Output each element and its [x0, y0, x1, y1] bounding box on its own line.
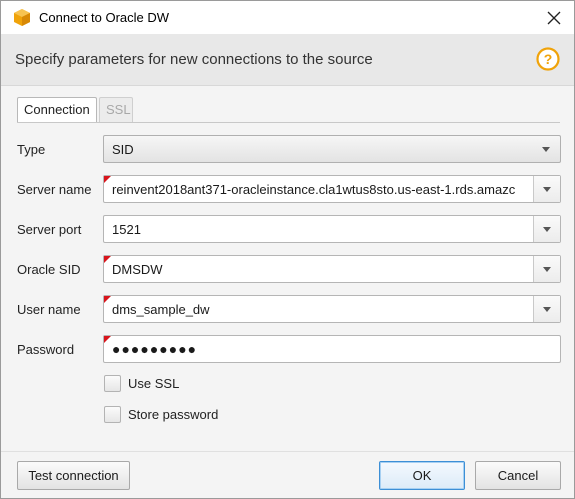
oracle-sid-combo[interactable]: DMSDW [103, 255, 561, 283]
tab-connection[interactable]: Connection [17, 97, 97, 123]
server-name-label: Server name [17, 182, 92, 197]
close-icon[interactable] [540, 4, 568, 31]
svg-text:?: ? [544, 51, 553, 67]
aws-cube-icon [13, 8, 31, 27]
required-marker [104, 176, 111, 183]
chevron-down-icon[interactable] [533, 296, 560, 322]
tab-divider [17, 122, 560, 123]
header-text: Specify parameters for new connections t… [15, 51, 373, 68]
password-field[interactable]: ●●●●●●●●● [103, 335, 561, 363]
oracle-sid-label: Oracle SID [17, 262, 81, 277]
window-title: Connect to Oracle DW [39, 10, 170, 25]
chevron-down-icon[interactable] [533, 176, 560, 202]
server-port-label: Server port [17, 222, 82, 237]
help-icon[interactable]: ? [536, 47, 560, 71]
type-value: SID [112, 142, 134, 157]
server-port-value[interactable]: 1521 [112, 222, 527, 237]
chevron-down-icon[interactable] [533, 216, 560, 242]
footer-divider [1, 451, 574, 452]
chevron-down-icon[interactable] [533, 136, 560, 162]
password-label: Password [17, 342, 75, 357]
password-value[interactable]: ●●●●●●●●● [112, 341, 527, 357]
required-marker [104, 336, 111, 343]
use-ssl-label: Use SSL [128, 376, 180, 391]
user-name-combo[interactable]: dms_sample_dw [103, 295, 561, 323]
store-password-checkbox[interactable] [104, 406, 121, 423]
use-ssl-checkbox[interactable] [104, 375, 121, 392]
store-password-label: Store password [128, 407, 219, 422]
tab-ssl[interactable]: SSL [99, 97, 133, 123]
server-name-combo[interactable]: reinvent2018ant371-oracleinstance.cla1wt… [103, 175, 561, 203]
required-marker [104, 296, 111, 303]
type-select[interactable]: SID [103, 135, 561, 163]
connect-dialog: Connect to Oracle DW Specify parameters … [0, 0, 575, 499]
oracle-sid-value[interactable]: DMSDW [112, 262, 527, 277]
title-bar: Connect to Oracle DW [1, 1, 574, 34]
user-name-label: User name [17, 302, 81, 317]
cancel-button[interactable]: Cancel [475, 461, 561, 490]
server-port-combo[interactable]: 1521 [103, 215, 561, 243]
chevron-down-icon[interactable] [533, 256, 560, 282]
type-label: Type [17, 142, 46, 157]
ok-button[interactable]: OK [379, 461, 465, 490]
server-name-value[interactable]: reinvent2018ant371-oracleinstance.cla1wt… [112, 182, 527, 197]
required-marker [104, 256, 111, 263]
dialog-header: Specify parameters for new connections t… [1, 34, 574, 86]
test-connection-button[interactable]: Test connection [17, 461, 130, 490]
user-name-value[interactable]: dms_sample_dw [112, 302, 527, 317]
